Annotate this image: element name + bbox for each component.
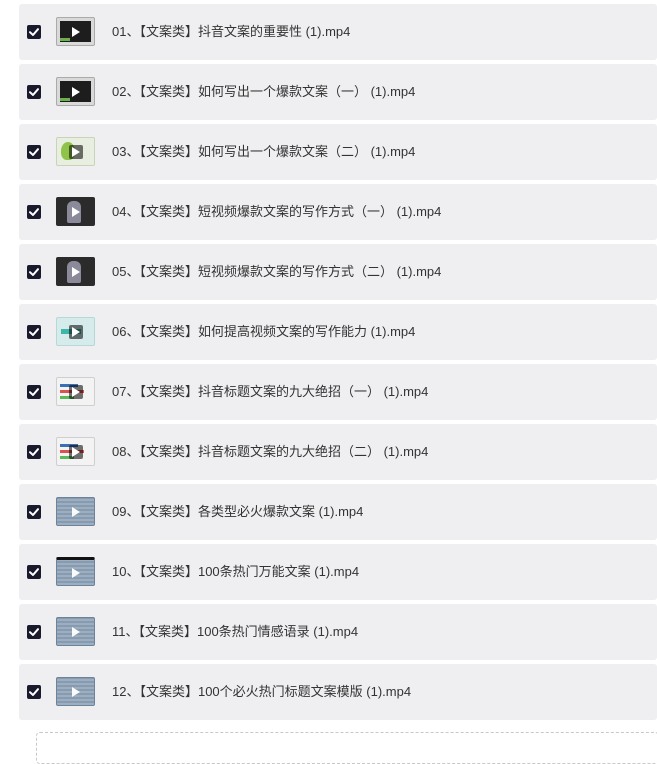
video-thumbnail[interactable] xyxy=(56,137,95,166)
checkbox-checked-icon[interactable] xyxy=(27,325,41,339)
file-name: 05、【文案类】短视频爆款文案的写作方式（二） (1).mp4 xyxy=(112,264,442,279)
list-item[interactable]: 05、【文案类】短视频爆款文案的写作方式（二） (1).mp4 xyxy=(19,244,657,300)
list-item[interactable]: 08、【文案类】抖音标题文案的九大绝招（二） (1).mp4 xyxy=(19,424,657,480)
play-icon xyxy=(71,206,80,217)
checkbox-checked-icon[interactable] xyxy=(27,445,41,459)
upload-drop-area[interactable] xyxy=(36,732,657,764)
video-thumbnail[interactable] xyxy=(56,317,95,346)
file-name: 03、【文案类】如何写出一个爆款文案（二） (1).mp4 xyxy=(112,144,416,159)
checkbox-checked-icon[interactable] xyxy=(27,265,41,279)
checkbox-checked-icon[interactable] xyxy=(27,505,41,519)
list-item[interactable]: 12、【文案类】100个必火热门标题文案模版 (1).mp4 xyxy=(19,664,657,720)
play-icon xyxy=(71,446,80,457)
file-name: 09、【文案类】各类型必火爆款文案 (1).mp4 xyxy=(112,504,364,519)
video-thumbnail[interactable] xyxy=(56,77,95,106)
list-item[interactable]: 02、【文案类】如何写出一个爆款文案（一） (1).mp4 xyxy=(19,64,657,120)
file-name: 11、【文案类】100条热门情感语录 (1).mp4 xyxy=(112,624,359,639)
file-name: 01、【文案类】抖音文案的重要性 (1).mp4 xyxy=(112,24,351,39)
list-item[interactable]: 06、【文案类】如何提高视频文案的写作能力 (1).mp4 xyxy=(19,304,657,360)
video-thumbnail[interactable] xyxy=(56,497,95,526)
video-thumbnail[interactable] xyxy=(56,377,95,406)
file-name: 08、【文案类】抖音标题文案的九大绝招（二） (1).mp4 xyxy=(112,444,429,459)
file-name: 12、【文案类】100个必火热门标题文案模版 (1).mp4 xyxy=(112,684,412,699)
checkbox-checked-icon[interactable] xyxy=(27,685,41,699)
checkbox-checked-icon[interactable] xyxy=(27,25,41,39)
list-item[interactable]: 09、【文案类】各类型必火爆款文案 (1).mp4 xyxy=(19,484,657,540)
video-thumbnail[interactable] xyxy=(56,257,95,286)
checkbox-checked-icon[interactable] xyxy=(27,625,41,639)
video-thumbnail[interactable] xyxy=(56,557,95,586)
file-name: 02、【文案类】如何写出一个爆款文案（一） (1).mp4 xyxy=(112,84,416,99)
list-item[interactable]: 01、【文案类】抖音文案的重要性 (1).mp4 xyxy=(19,4,657,60)
play-icon xyxy=(71,506,80,517)
play-icon xyxy=(71,146,80,157)
play-icon xyxy=(71,266,80,277)
video-thumbnail[interactable] xyxy=(56,677,95,706)
video-file-list: 01、【文案类】抖音文案的重要性 (1).mp4 02、【文案类】如何写出一个爆款… xyxy=(19,4,657,724)
checkbox-checked-icon[interactable] xyxy=(27,385,41,399)
file-name: 10、【文案类】100条热门万能文案 (1).mp4 xyxy=(112,564,360,579)
list-item[interactable]: 11、【文案类】100条热门情感语录 (1).mp4 xyxy=(19,604,657,660)
checkbox-checked-icon[interactable] xyxy=(27,205,41,219)
file-name: 04、【文案类】短视频爆款文案的写作方式（一） (1).mp4 xyxy=(112,204,442,219)
play-icon xyxy=(71,567,80,578)
list-item[interactable]: 07、【文案类】抖音标题文案的九大绝招（一） (1).mp4 xyxy=(19,364,657,420)
list-item[interactable]: 04、【文案类】短视频爆款文案的写作方式（一） (1).mp4 xyxy=(19,184,657,240)
file-name: 07、【文案类】抖音标题文案的九大绝招（一） (1).mp4 xyxy=(112,384,429,399)
video-thumbnail[interactable] xyxy=(56,437,95,466)
play-icon xyxy=(71,26,80,37)
play-icon xyxy=(71,386,80,397)
play-icon xyxy=(71,626,80,637)
file-name: 06、【文案类】如何提高视频文案的写作能力 (1).mp4 xyxy=(112,324,416,339)
play-icon xyxy=(71,326,80,337)
video-thumbnail[interactable] xyxy=(56,17,95,46)
play-icon xyxy=(71,686,80,697)
video-thumbnail[interactable] xyxy=(56,197,95,226)
list-item[interactable]: 03、【文案类】如何写出一个爆款文案（二） (1).mp4 xyxy=(19,124,657,180)
video-thumbnail[interactable] xyxy=(56,617,95,646)
checkbox-checked-icon[interactable] xyxy=(27,145,41,159)
list-item[interactable]: 10、【文案类】100条热门万能文案 (1).mp4 xyxy=(19,544,657,600)
checkbox-checked-icon[interactable] xyxy=(27,565,41,579)
play-icon xyxy=(71,86,80,97)
checkbox-checked-icon[interactable] xyxy=(27,85,41,99)
